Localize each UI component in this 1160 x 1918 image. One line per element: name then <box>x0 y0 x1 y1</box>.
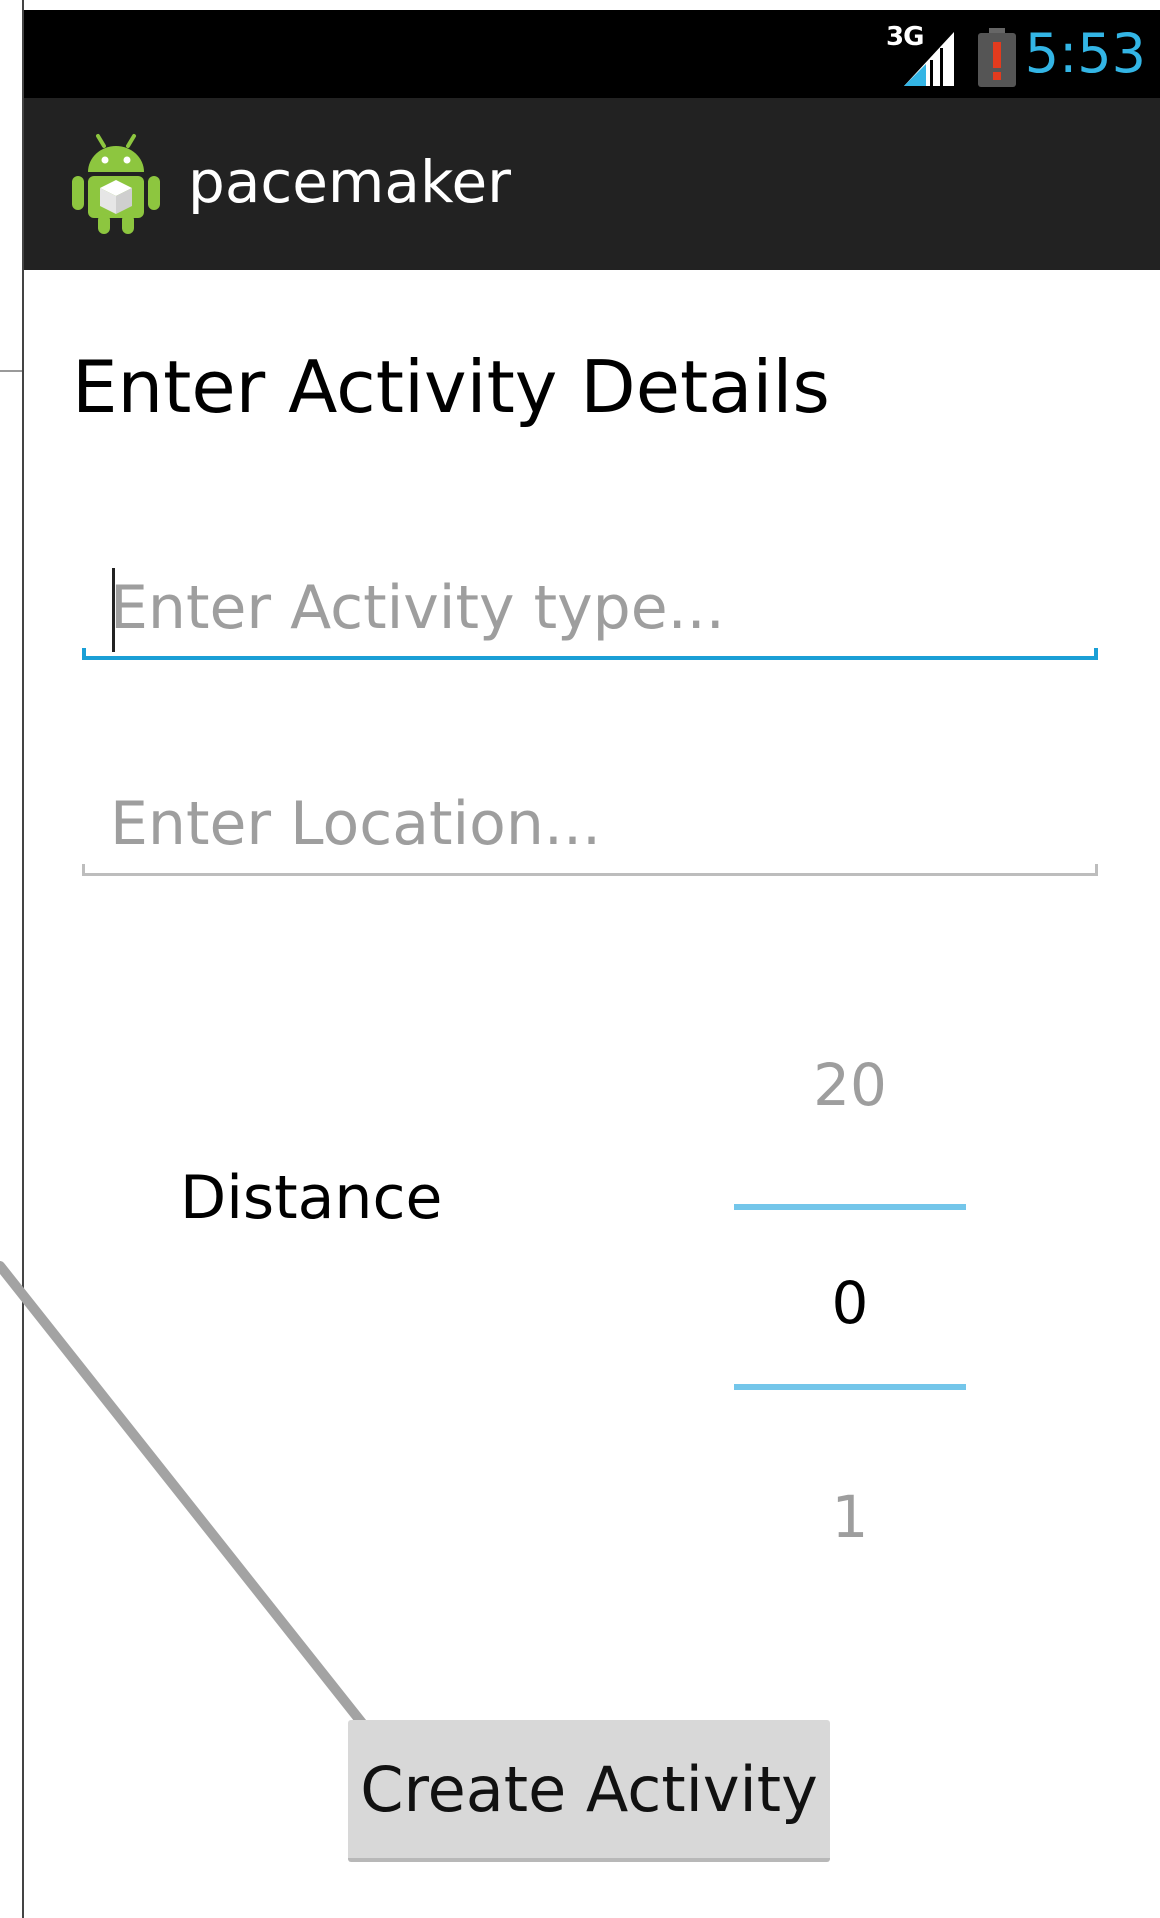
activity-type-field[interactable] <box>82 560 1098 660</box>
battery-alert-icon <box>978 28 1016 87</box>
distance-number-picker[interactable]: 20 0 1 <box>734 1040 966 1551</box>
frame-tick <box>0 370 22 372</box>
create-activity-button[interactable]: Create Activity <box>348 1720 830 1862</box>
picker-next-value[interactable]: 1 <box>734 1482 966 1552</box>
activity-type-input[interactable] <box>110 560 1070 656</box>
location-field[interactable] <box>82 776 1098 876</box>
app-screen: 3G 5:53 pacemaker Enter Activity Details… <box>0 0 1160 1918</box>
distance-label: Distance <box>180 1163 443 1233</box>
clock: 5:53 <box>1024 22 1146 85</box>
annotation-pointer-line <box>0 1261 371 1733</box>
picker-divider-top <box>734 1204 966 1210</box>
picker-divider-bottom <box>734 1384 966 1390</box>
action-bar: pacemaker <box>24 98 1160 270</box>
activity-type-underline <box>82 648 1098 660</box>
location-underline <box>82 864 1098 876</box>
picker-current-value[interactable]: 0 <box>734 1268 966 1338</box>
picker-previous-value[interactable]: 20 <box>734 1050 966 1120</box>
android-robot-icon[interactable] <box>68 130 164 236</box>
app-title: pacemaker <box>188 148 512 216</box>
text-cursor <box>112 568 115 652</box>
location-input[interactable] <box>110 776 1070 872</box>
status-bar: 3G 5:53 <box>24 10 1160 98</box>
page-title: Enter Activity Details <box>72 345 830 429</box>
signal-icon <box>904 32 954 86</box>
